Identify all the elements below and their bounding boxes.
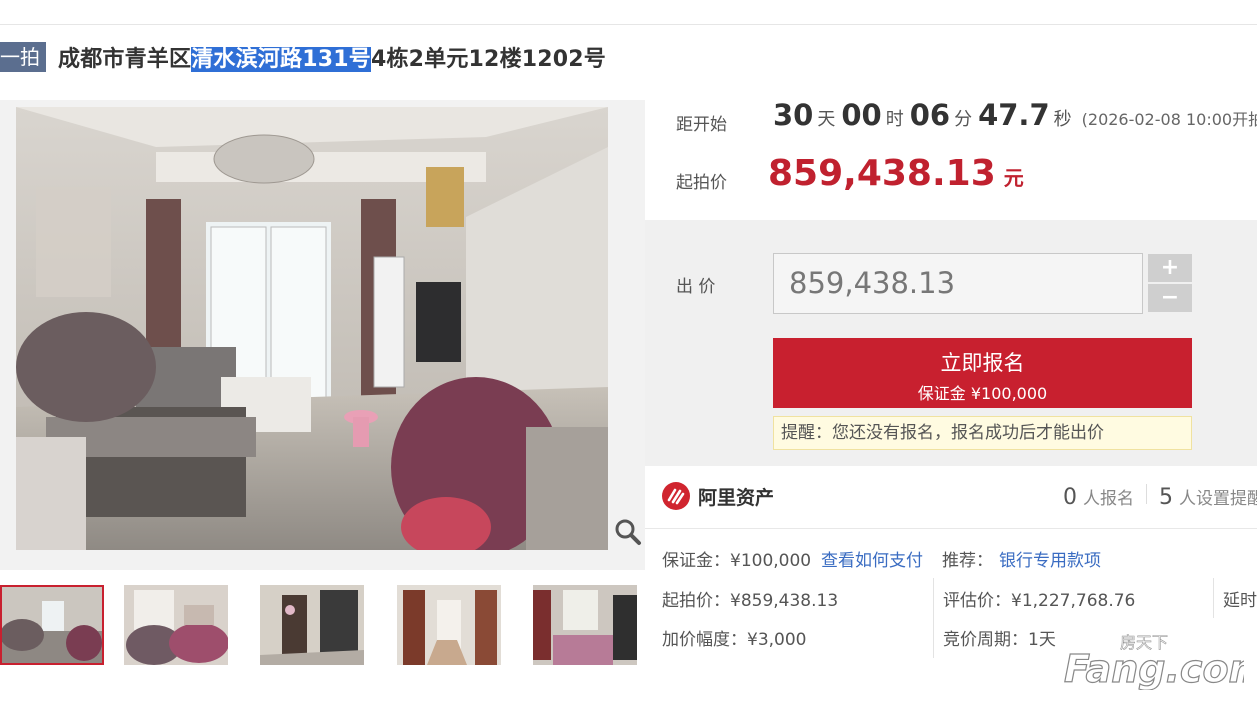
bank-account-link[interactable]: 银行专用款项 xyxy=(999,546,1101,571)
platform-name: 阿里资产 xyxy=(698,486,775,509)
participation-counts: 0 人报名 5 人设置提醒 xyxy=(1063,484,1257,510)
deposit-info: 保证金：¥100,000 xyxy=(662,551,812,571)
how-to-pay-link[interactable]: 查看如何支付 xyxy=(821,546,923,571)
starting-price-value: 859,438.13 xyxy=(768,153,996,194)
delay-info: 延时 xyxy=(1223,591,1257,611)
title-suffix: 4栋2单元12楼1202号 xyxy=(370,47,606,72)
fang-watermark-logo: 房天下 Fang.com xyxy=(1063,633,1244,690)
seconds-unit: 秒 xyxy=(1053,109,1072,130)
bid-label: 出 价 xyxy=(676,277,716,297)
bid-amount-input[interactable]: 859,438.13 xyxy=(773,253,1143,314)
thumbnail-living-room[interactable] xyxy=(0,585,104,665)
countdown-hours: 00 xyxy=(841,98,882,132)
countdown-minutes: 06 xyxy=(909,98,951,132)
title-prefix: 成都市青羊区 xyxy=(58,47,192,72)
signup-label: 人报名 xyxy=(1083,489,1134,509)
days-unit: 天 xyxy=(817,109,836,130)
price-unit: 元 xyxy=(1003,166,1024,190)
thumbnail-strip xyxy=(0,585,645,667)
register-button-label: 立即报名 xyxy=(940,351,1025,375)
thumbnail-stuffed-room[interactable] xyxy=(124,585,228,665)
increment-info: 加价幅度：¥3,000 xyxy=(662,630,807,650)
increase-bid-button[interactable]: + xyxy=(1148,254,1192,282)
starting-price-label: 起拍价 xyxy=(676,173,727,193)
title-highlight: 清水滨河路131号 xyxy=(191,47,371,72)
zoom-icon[interactable] xyxy=(613,517,643,547)
recommend-label: 推荐： xyxy=(942,551,993,571)
platform-brand[interactable]: 阿里资产 xyxy=(662,482,774,510)
appraisal-info: 评估价：¥1,227,768.76 xyxy=(943,591,1136,611)
starting-price: 859,438.13 元 xyxy=(768,153,1024,194)
thumbnail-corridor[interactable] xyxy=(397,585,501,665)
info-divider xyxy=(645,528,1257,529)
ali-assets-logo-icon xyxy=(662,482,690,510)
column-divider-2 xyxy=(1213,578,1214,618)
register-button-deposit: 保证金 ¥100,000 xyxy=(917,384,1048,403)
main-photo[interactable] xyxy=(16,107,608,550)
thumbnail-bedroom[interactable] xyxy=(533,585,637,665)
page-title: 成都市青羊区清水滨河路131号4栋2单元12楼1202号 xyxy=(58,41,606,73)
cycle-info: 竞价周期：1天 xyxy=(943,630,1056,650)
countdown-label: 距开始 xyxy=(676,115,727,135)
countdown-days: 30 xyxy=(773,98,814,132)
hours-unit: 时 xyxy=(885,109,904,130)
registration-reminder: 提醒：您还没有报名，报名成功后才能出价 xyxy=(773,416,1192,450)
count-separator xyxy=(1146,484,1147,504)
minutes-unit: 分 xyxy=(954,109,973,130)
signup-count: 0 xyxy=(1063,485,1077,510)
reminder-label: 人设置提醒 xyxy=(1179,489,1257,509)
title-row: 一拍 成都市青羊区清水滨河路131号4栋2单元12楼1202号 xyxy=(0,40,606,74)
auction-round-badge: 一拍 xyxy=(0,42,46,72)
thumbnail-hallway[interactable] xyxy=(260,585,364,665)
reminder-count: 5 xyxy=(1159,485,1173,510)
countdown-seconds: 47.7 xyxy=(978,98,1050,132)
start-time: (2026-02-08 10:00开拍) xyxy=(1081,110,1257,129)
start-price-info: 起拍价：¥859,438.13 xyxy=(662,591,839,611)
countdown-timer: 30 天 00 时 06 分 47.7 秒 (2026-02-08 10:00开… xyxy=(773,98,1257,132)
watermark-main: Fang.com xyxy=(1064,647,1244,690)
register-button[interactable]: 立即报名 保证金 ¥100,000 xyxy=(773,338,1192,408)
column-divider xyxy=(933,578,934,658)
decrease-bid-button[interactable]: − xyxy=(1148,284,1192,312)
top-divider xyxy=(0,24,1257,25)
